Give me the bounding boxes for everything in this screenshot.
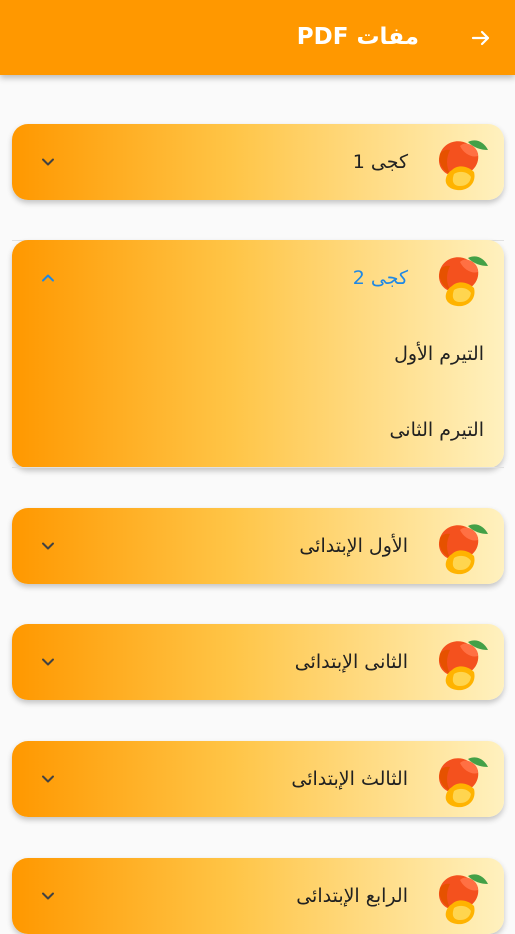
section-header[interactable]: الثانى الإبتدائى [12,624,504,700]
chevron-down-icon[interactable] [36,150,60,174]
section-header[interactable]: الأول الإبتدائى [12,508,504,584]
sub-item-term-1[interactable]: التيرم الأول [12,316,504,392]
section-label: كجى 1 [352,151,408,173]
section-label: الأول الإبتدائى [299,535,408,557]
section-header[interactable]: كجى 2 [12,240,504,316]
app-bar: مفات PDF [0,0,515,75]
mango-icon [434,252,490,308]
section-label: الثانى الإبتدائى [294,651,408,673]
chevron-down-icon[interactable] [36,884,60,908]
section-label: كجى 2 [352,267,408,289]
section-label: الرابع الإبتدائى [296,885,408,907]
section-card-grade3[interactable]: الثالث الإبتدائى [12,741,504,817]
section-card-grade1[interactable]: الأول الإبتدائى [12,508,504,584]
arrow-forward-icon[interactable] [469,26,493,50]
mango-icon [434,636,490,692]
section-header[interactable]: كجى 1 [12,124,504,200]
page-title: مفات PDF [296,24,419,50]
mango-icon [434,870,490,926]
chevron-down-icon[interactable] [36,767,60,791]
chevron-up-icon[interactable] [36,266,60,290]
section-label: الثالث الإبتدائى [291,768,408,790]
mango-icon [434,136,490,192]
chevron-down-icon[interactable] [36,534,60,558]
mango-icon [434,520,490,576]
sub-item-term-2[interactable]: التيرم الثانى [12,392,504,468]
section-card-kg1[interactable]: كجى 1 [12,124,504,200]
section-card-kg2[interactable]: كجى 2 التيرم الأول التيرم الثانى [12,240,504,468]
section-header[interactable]: الرابع الإبتدائى [12,858,504,934]
mango-icon [434,753,490,809]
chevron-down-icon[interactable] [36,650,60,674]
divider [12,467,504,468]
section-card-grade2[interactable]: الثانى الإبتدائى [12,624,504,700]
section-card-grade4[interactable]: الرابع الإبتدائى [12,858,504,934]
section-header[interactable]: الثالث الإبتدائى [12,741,504,817]
